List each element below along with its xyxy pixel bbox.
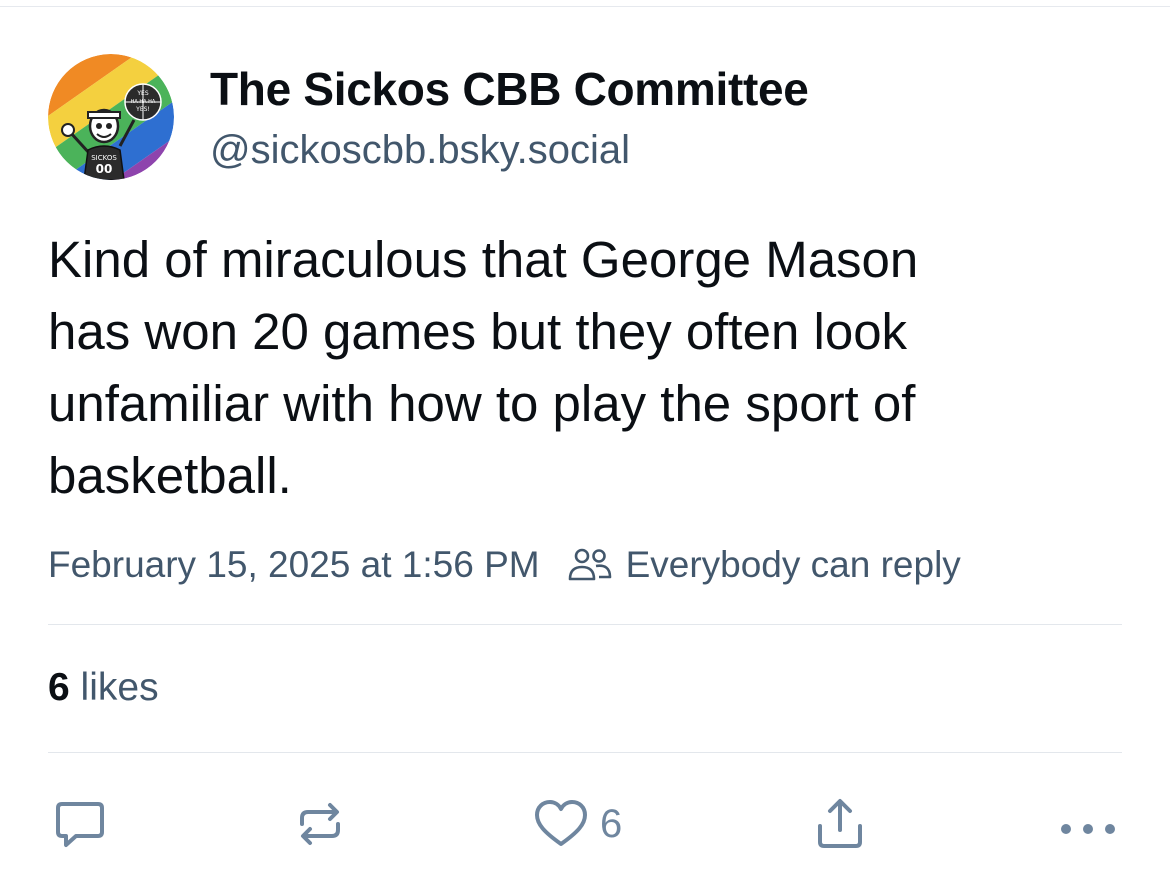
svg-text:00: 00 <box>96 162 113 176</box>
repost-button[interactable] <box>292 792 348 856</box>
svg-text:HA HA HA: HA HA HA <box>131 99 156 105</box>
post-text-line: unfamiliar with how to play the sport of <box>48 375 916 432</box>
top-divider <box>0 6 1170 7</box>
post-text-line: basketball. <box>48 447 292 504</box>
likes-summary[interactable]: 6 likes <box>48 666 159 710</box>
more-options-button[interactable] <box>1054 792 1122 856</box>
divider <box>48 624 1122 625</box>
author-handle[interactable]: @sickoscbb.bsky.social <box>210 128 630 173</box>
post-text-line: has won 20 games but they often look <box>48 303 908 360</box>
svg-text:YES!: YES! <box>135 106 150 113</box>
people-icon <box>566 545 614 585</box>
like-button[interactable]: 6 <box>532 792 622 856</box>
svg-text:YES: YES <box>136 90 148 97</box>
action-bar: 6 <box>48 792 1122 856</box>
avatar-icon: YES HA HA HA YES! SICKOS 00 <box>48 54 174 180</box>
reply-icon <box>56 802 104 847</box>
post-meta: February 15, 2025 at 1:56 PM Everybody c… <box>48 540 961 590</box>
share-button[interactable] <box>812 792 868 856</box>
avatar[interactable]: YES HA HA HA YES! SICKOS 00 <box>48 54 174 180</box>
author-display-name[interactable]: The Sickos CBB Committee <box>210 62 809 116</box>
divider <box>48 752 1122 753</box>
more-icon <box>1061 824 1115 834</box>
heart-icon <box>535 800 587 846</box>
share-icon <box>818 799 862 848</box>
post-text: Kind of miraculous that George Mason has… <box>48 224 1128 512</box>
post-text-line: Kind of miraculous that George Mason <box>48 231 919 288</box>
svg-text:SICKOS: SICKOS <box>91 154 117 162</box>
like-count: 6 <box>600 801 623 846</box>
reply-button[interactable] <box>52 792 108 856</box>
repost-icon <box>300 803 340 845</box>
likes-count: 6 <box>48 666 70 709</box>
reply-setting[interactable]: Everybody can reply <box>626 544 961 586</box>
likes-label: likes <box>80 666 159 709</box>
post-timestamp[interactable]: February 15, 2025 at 1:56 PM <box>48 544 540 586</box>
